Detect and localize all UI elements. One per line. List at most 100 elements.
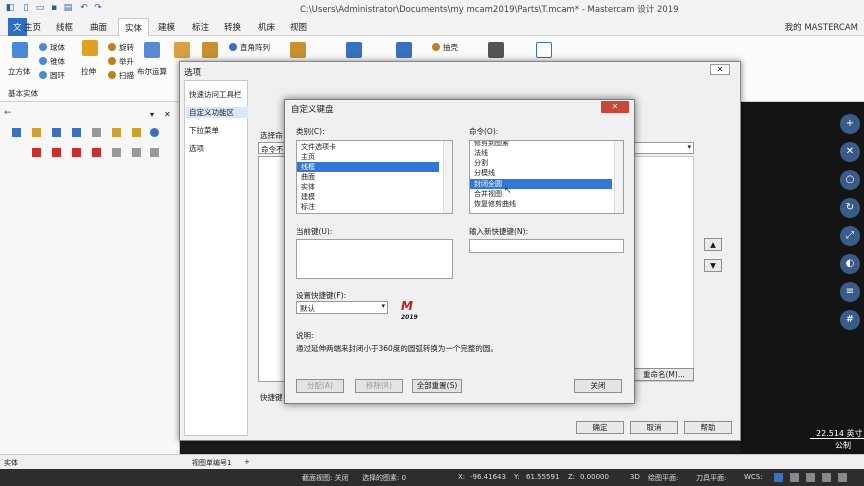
assign-button[interactable]: 分配(A): [296, 379, 344, 393]
add-viewsheet-button[interactable]: +: [244, 458, 250, 466]
nav-item-quick-access[interactable]: 快速访问工具栏: [189, 89, 242, 100]
cuboid-button[interactable]: 立方体: [8, 66, 31, 77]
reset-all-button[interactable]: 全部重置(S): [412, 379, 462, 393]
3d-mode-toggle[interactable]: 3D: [630, 473, 640, 481]
category-item[interactable]: 建模: [301, 192, 315, 202]
viewsheet-tab[interactable]: 视图单编号1: [192, 458, 231, 468]
revolve-button[interactable]: 旋转: [119, 42, 134, 53]
cancel-button[interactable]: 取消: [630, 421, 678, 434]
category-item[interactable]: 曲面: [301, 172, 315, 182]
commands-list[interactable]: 修剪到图素 法线 分割 分模线 封闭全圆 合并视图 恢复修剪曲线: [469, 140, 624, 214]
section-view-status[interactable]: 截面视图: 关闭: [302, 473, 349, 483]
command-item[interactable]: 恢复修剪曲线: [474, 199, 516, 209]
tool-icon[interactable]: [132, 128, 141, 137]
zoom-out-icon[interactable]: ✕: [840, 142, 860, 162]
ok-button[interactable]: 确定: [576, 421, 624, 434]
command-item[interactable]: 分割: [474, 158, 488, 168]
panel-arrow-icon[interactable]: ←: [4, 108, 12, 118]
shading-icon[interactable]: [790, 473, 799, 482]
command-item-selected[interactable]: 封闭全圆: [470, 179, 612, 189]
wcs-status[interactable]: WCS:: [744, 473, 763, 481]
print-icon[interactable]: ▤: [62, 2, 74, 14]
remove-button[interactable]: 移除(R): [355, 379, 403, 393]
tool-icon[interactable]: [92, 148, 101, 157]
hidden-icon[interactable]: [822, 473, 831, 482]
customize-keyboard-close-button[interactable]: ✕: [601, 101, 629, 113]
sphere-button[interactable]: 球体: [50, 42, 65, 53]
grid-icon[interactable]: #: [840, 310, 860, 330]
view-icon[interactable]: ◐: [840, 254, 860, 274]
tool-icon[interactable]: [132, 148, 141, 157]
save-icon[interactable]: ▪: [48, 2, 60, 14]
shell-button[interactable]: 抽壳: [443, 42, 458, 53]
category-item[interactable]: 实体: [301, 182, 315, 192]
redo-icon[interactable]: ↷: [92, 2, 104, 14]
commands-scrollbar[interactable]: [614, 141, 623, 213]
help-button[interactable]: 帮助: [684, 421, 732, 434]
close-button[interactable]: 关闭: [574, 379, 622, 393]
cone-button[interactable]: 锥体: [50, 56, 65, 67]
nav-item-dropdown-menu[interactable]: 下拉菜单: [189, 125, 219, 136]
nav-item-customize-ribbon[interactable]: 自定义功能区: [186, 107, 248, 118]
command-item[interactable]: 法线: [474, 148, 488, 158]
fit-icon[interactable]: ⤢: [840, 226, 860, 246]
rename-button[interactable]: 重命名(M)...: [634, 368, 694, 381]
lift-button[interactable]: 举升: [119, 56, 134, 67]
tab-home[interactable]: 主页: [24, 21, 41, 33]
panel-dropdown-icon[interactable]: ▾: [150, 110, 154, 119]
tab-view[interactable]: 视图: [290, 21, 307, 33]
graphics-viewport[interactable]: + ✕ ○ ↻ ⤢ ◐ ≡ # 22.514 英寸 公制: [740, 102, 864, 454]
help-icon[interactable]: [150, 128, 159, 137]
tab-surface[interactable]: 曲面: [90, 21, 107, 33]
torus-button[interactable]: 圆环: [50, 70, 65, 81]
options-close-button[interactable]: ✕: [710, 64, 730, 75]
tool-icon[interactable]: [112, 148, 121, 157]
section-icon[interactable]: [838, 473, 847, 482]
category-item[interactable]: 文件选项卡: [301, 142, 336, 152]
display-icon[interactable]: [774, 473, 783, 482]
tool-icon[interactable]: [92, 128, 101, 137]
move-up-button[interactable]: ▲: [704, 238, 722, 251]
category-item-selected[interactable]: 线框: [297, 162, 439, 172]
tab-modeling[interactable]: 建模: [158, 21, 175, 33]
tab-machine[interactable]: 机床: [258, 21, 275, 33]
panel-pin-icon[interactable]: ✕: [164, 110, 171, 119]
pan-icon[interactable]: ↻: [840, 198, 860, 218]
tool-icon[interactable]: [52, 148, 61, 157]
command-item[interactable]: 合并视图: [474, 189, 502, 199]
open-file-icon[interactable]: ▭: [34, 2, 46, 14]
current-keys-list[interactable]: [296, 239, 453, 279]
tab-wireframe[interactable]: 线框: [56, 21, 73, 33]
layer-icon[interactable]: ≡: [840, 282, 860, 302]
tool-icon[interactable]: [72, 128, 81, 137]
wireframe-icon[interactable]: [806, 473, 815, 482]
boolean-button[interactable]: 布尔运算: [137, 66, 167, 77]
nav-item-options[interactable]: 选项: [189, 143, 204, 154]
command-list[interactable]: [258, 156, 286, 382]
new-shortcut-input[interactable]: [469, 239, 624, 253]
extrude-button[interactable]: 拉伸: [81, 66, 96, 77]
rotate-icon[interactable]: ○: [840, 170, 860, 190]
command-item[interactable]: 修剪到图素: [474, 141, 509, 148]
category-list[interactable]: 文件选项卡 主页 线框 曲面 实体 建模 标注: [296, 140, 453, 214]
ribbon-tree[interactable]: [632, 156, 694, 382]
new-file-icon[interactable]: ▯: [20, 2, 32, 14]
tplane-status[interactable]: 刀具平面:: [696, 473, 726, 483]
tab-transform[interactable]: 转换: [224, 21, 241, 33]
undo-icon[interactable]: ↶: [78, 2, 90, 14]
tool-icon[interactable]: [52, 128, 61, 137]
rect-array-button[interactable]: 直角阵列: [240, 42, 270, 53]
category-item[interactable]: 主页: [301, 152, 315, 162]
category-item[interactable]: 标注: [301, 202, 315, 212]
tool-icon[interactable]: [72, 148, 81, 157]
sweep-button[interactable]: 扫描: [119, 70, 134, 81]
my-mastercam-link[interactable]: 我的 MASTERCAM: [785, 21, 858, 33]
cplane-status[interactable]: 绘图平面:: [648, 473, 678, 483]
zoom-in-icon[interactable]: +: [840, 114, 860, 134]
move-down-button[interactable]: ▼: [704, 259, 722, 272]
tool-icon[interactable]: [112, 128, 121, 137]
command-item[interactable]: 分模线: [474, 168, 495, 178]
tab-annotate[interactable]: 标注: [192, 21, 209, 33]
category-scrollbar[interactable]: [443, 141, 452, 213]
tab-solid[interactable]: 实体: [118, 18, 150, 37]
